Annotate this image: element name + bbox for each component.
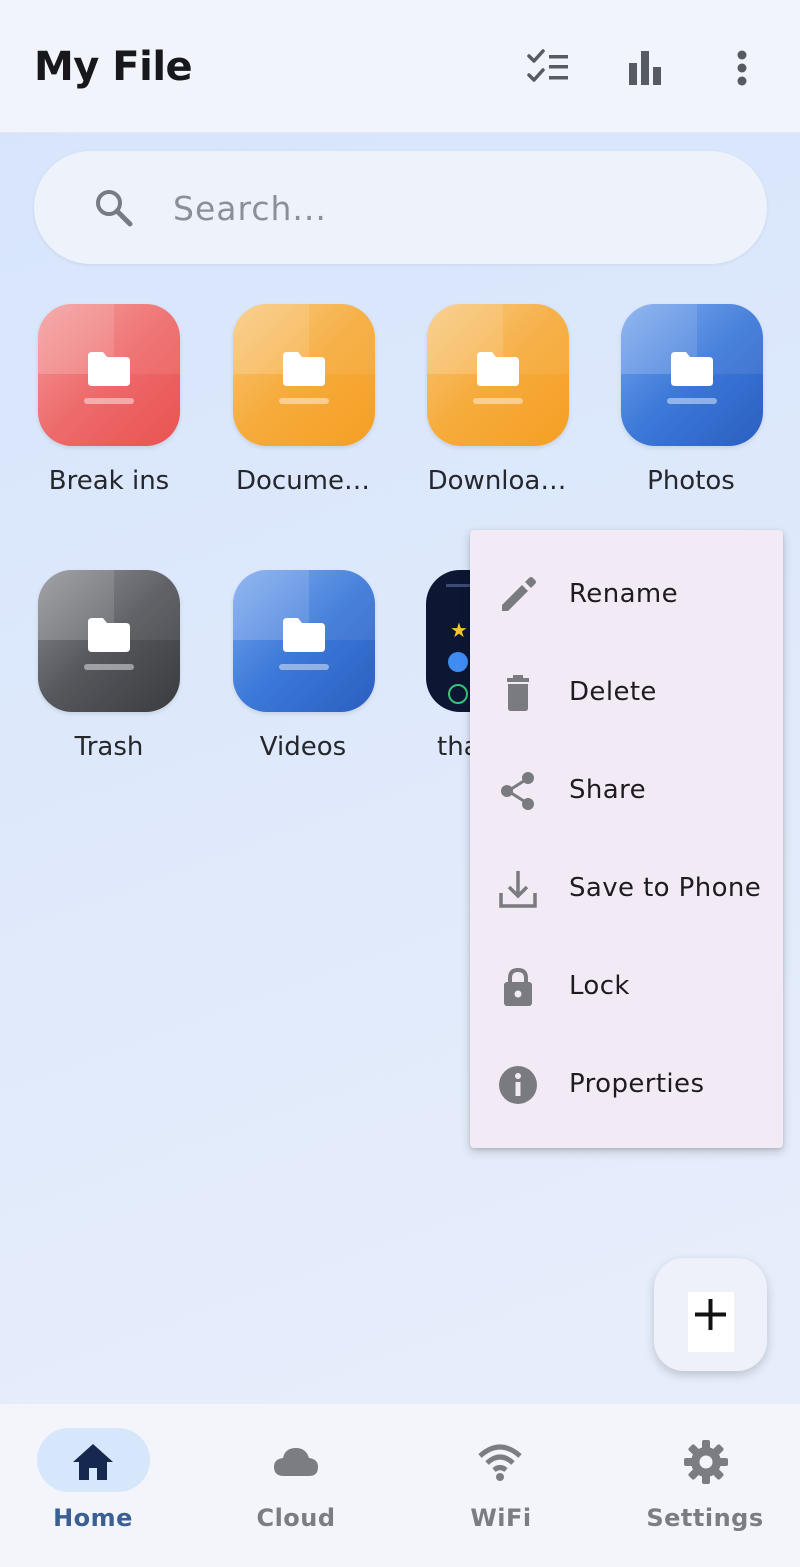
home-icon — [73, 1444, 113, 1480]
lock-icon — [504, 967, 532, 1006]
nav-label: Home — [53, 1504, 133, 1532]
folder-label: Break ins — [48, 466, 170, 496]
nav-item-home[interactable]: Home — [0, 1404, 200, 1567]
folder-tile[interactable] — [38, 304, 180, 446]
folder-tile[interactable] — [233, 570, 375, 712]
folder-icon — [477, 352, 519, 386]
page-title: My File — [34, 44, 193, 90]
bottom-navigation: Home Cloud WiFi Settings — [0, 1404, 800, 1567]
search-icon — [96, 190, 133, 227]
folder-item[interactable]: Trash — [19, 570, 199, 770]
folder-icon — [283, 618, 325, 652]
folder-icon — [88, 352, 130, 386]
more-vert-icon — [737, 50, 747, 86]
folder-icon — [671, 352, 713, 386]
share-icon — [501, 772, 534, 810]
folder-label: Downloa… — [427, 466, 567, 496]
checklist-button[interactable] — [524, 44, 572, 92]
folder-label: Videos — [259, 732, 347, 762]
statistics-button[interactable] — [621, 44, 669, 92]
context-menu: Rename Delete Share Save to Phone Lock P… — [470, 530, 783, 1148]
nav-label: Cloud — [256, 1504, 336, 1532]
pencil-icon — [502, 577, 536, 611]
cloud-icon — [274, 1448, 318, 1476]
menu-item-properties[interactable]: Properties — [470, 1036, 783, 1134]
chat-icon — [448, 652, 468, 672]
folder-item[interactable]: Photos — [601, 304, 781, 504]
folder-label: Docume… — [235, 466, 371, 496]
plus-icon — [695, 1299, 726, 1330]
folder-icon — [283, 352, 325, 386]
menu-item-label: Rename — [569, 579, 679, 609]
gear-icon — [684, 1440, 728, 1484]
nav-label: Settings — [646, 1504, 764, 1532]
search-bar[interactable]: Search... — [34, 151, 767, 264]
wifi-icon — [478, 1444, 522, 1481]
more-options-button[interactable] — [718, 44, 766, 92]
nav-item-settings[interactable]: Settings — [600, 1404, 800, 1567]
bar-chart-icon — [629, 51, 661, 85]
menu-item-label: Properties — [569, 1069, 705, 1099]
menu-item-rename[interactable]: Rename — [470, 546, 783, 644]
nav-item-cloud[interactable]: Cloud — [200, 1404, 400, 1567]
menu-item-save-to-phone[interactable]: Save to Phone — [470, 840, 783, 938]
folder-label: Trash — [74, 732, 144, 762]
folder-tile[interactable] — [233, 304, 375, 446]
folder-icon — [88, 618, 130, 652]
folder-item[interactable]: Downloa… — [407, 304, 587, 504]
menu-item-share[interactable]: Share — [470, 742, 783, 840]
search-input[interactable]: Search... — [173, 189, 327, 228]
menu-item-label: Share — [569, 775, 647, 805]
app-bar: My File — [0, 0, 800, 133]
info-icon — [499, 1066, 537, 1104]
folder-item[interactable]: Videos — [213, 570, 393, 770]
download-icon — [499, 871, 537, 908]
add-button[interactable] — [654, 1258, 767, 1371]
folder-tile[interactable] — [38, 570, 180, 712]
folder-item[interactable]: Break ins — [19, 304, 199, 504]
trash-icon — [507, 675, 529, 711]
menu-item-delete[interactable]: Delete — [470, 644, 783, 742]
check-circle-icon — [448, 684, 468, 704]
nav-item-wifi[interactable]: WiFi — [400, 1404, 600, 1567]
menu-item-lock[interactable]: Lock — [470, 938, 783, 1036]
menu-item-label: Lock — [569, 971, 630, 1001]
menu-item-label: Delete — [569, 677, 657, 707]
folder-label: Photos — [647, 466, 735, 496]
folder-tile[interactable] — [621, 304, 763, 446]
menu-item-label: Save to Phone — [569, 873, 762, 903]
checklist-icon — [527, 49, 568, 82]
star-icon: ★ — [450, 620, 468, 642]
nav-label: WiFi — [470, 1504, 532, 1532]
folder-tile[interactable] — [427, 304, 569, 446]
folder-item[interactable]: Docume… — [213, 304, 393, 504]
